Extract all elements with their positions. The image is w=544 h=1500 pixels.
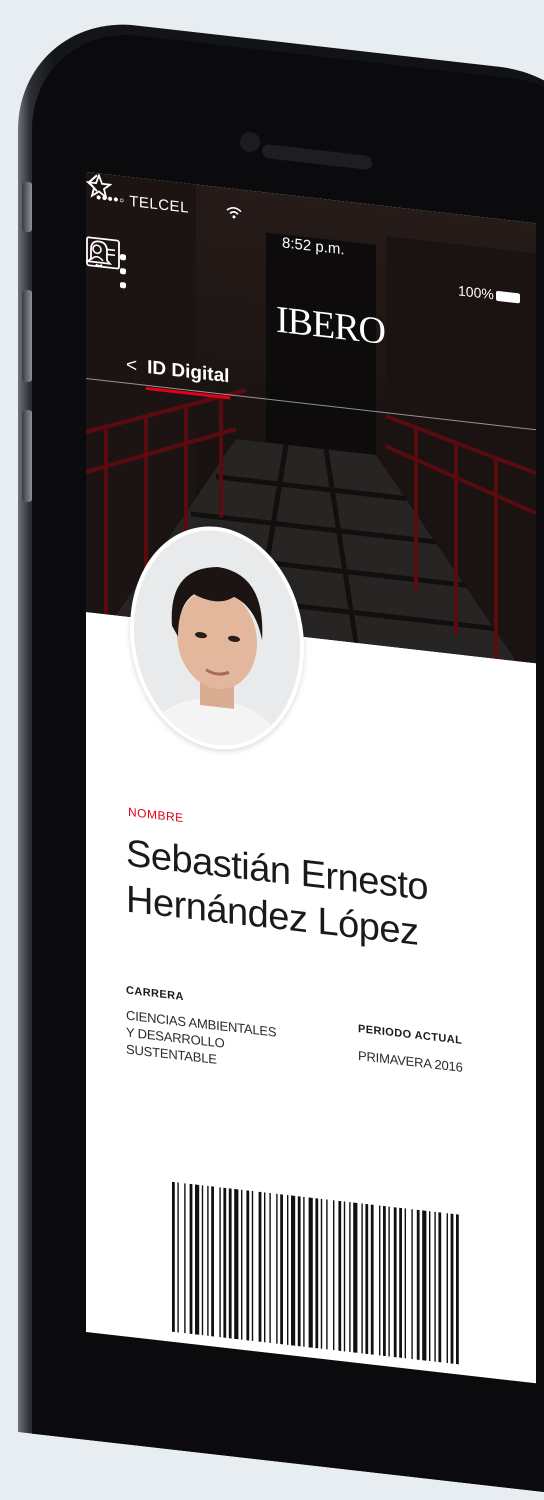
barcode-bar <box>326 1199 328 1350</box>
barcode-bar <box>276 1193 278 1344</box>
barcode-bar <box>303 1196 305 1347</box>
barcode-bar <box>189 1183 193 1335</box>
student-name: Sebastián Ernesto Hernández López <box>126 831 526 969</box>
barcode-bar <box>280 1194 283 1345</box>
barcode-bar <box>349 1201 351 1353</box>
barcode-bar <box>399 1207 402 1359</box>
barcode-bar <box>388 1206 390 1357</box>
phone-screen: ••••◦ TELCEL 8:52 p.m. 100% IBERO < ID D… <box>86 172 536 1384</box>
barcode-bar <box>246 1190 250 1341</box>
barcode-bar <box>172 1181 175 1333</box>
barcode-bar <box>251 1190 254 1342</box>
volume-down-button <box>22 410 32 502</box>
barcode-bar <box>219 1187 221 1338</box>
name-label: NOMBRE <box>128 804 184 826</box>
barcode-bar <box>241 1189 243 1340</box>
barcode-bar <box>287 1194 289 1346</box>
barcode-bar <box>434 1211 436 1362</box>
barcode-bar <box>207 1185 209 1336</box>
barcode-bar <box>379 1205 381 1356</box>
barcode-bar <box>201 1185 204 1336</box>
barcode-bar <box>343 1201 346 1352</box>
barcode-bar <box>184 1183 186 1334</box>
barcode-bar <box>429 1211 431 1362</box>
barcode-bar <box>422 1210 427 1361</box>
barcode-bar <box>365 1203 369 1355</box>
barcode-bar <box>320 1198 323 1349</box>
barcode-bar <box>411 1209 413 1360</box>
front-camera <box>240 132 260 152</box>
barcode-bar <box>228 1188 232 1339</box>
student-barcode <box>172 1181 459 1365</box>
barcode-bar <box>370 1204 374 1355</box>
barcode-bar <box>438 1212 442 1363</box>
period-label: PERIODO ACTUAL <box>358 1022 463 1047</box>
barcode-bar <box>297 1196 301 1347</box>
barcode-bar <box>258 1191 262 1342</box>
barcode-bar <box>308 1197 313 1348</box>
id-card-icon[interactable] <box>86 236 120 270</box>
back-chevron-icon[interactable]: < <box>126 355 137 377</box>
barcode-bar <box>416 1209 420 1361</box>
barcode-bar <box>211 1186 215 1337</box>
barcode-bar <box>450 1213 454 1364</box>
career-value: CIENCIAS AMBIENTALES Y DESARROLLO SUSTEN… <box>126 1007 326 1081</box>
barcode-bar <box>353 1202 358 1353</box>
barcode-bar <box>234 1188 239 1340</box>
barcode-bar <box>291 1195 296 1346</box>
career-label: CARRERA <box>126 984 184 1004</box>
period-value: PRIMAVERA 2016 <box>358 1047 463 1075</box>
barcode-bar <box>333 1200 335 1351</box>
barcode-bar <box>177 1182 179 1333</box>
barcode-bar <box>223 1187 227 1338</box>
volume-up-button <box>22 290 32 382</box>
barcode-bar <box>446 1213 449 1364</box>
star-icon[interactable] <box>86 172 112 201</box>
barcode-bar <box>361 1203 363 1354</box>
barcode-bar <box>264 1192 266 1343</box>
barcode-bar <box>404 1208 407 1359</box>
ibero-logo[interactable]: IBERO <box>276 298 385 354</box>
barcode-bar <box>338 1200 342 1352</box>
silent-switch <box>22 182 32 232</box>
barcode-bar <box>195 1184 200 1335</box>
barcode-bar <box>315 1198 319 1349</box>
barcode-bar <box>456 1214 459 1365</box>
barcode-bar <box>393 1207 397 1358</box>
wifi-icon <box>226 207 242 219</box>
barcode-bar <box>269 1192 271 1344</box>
